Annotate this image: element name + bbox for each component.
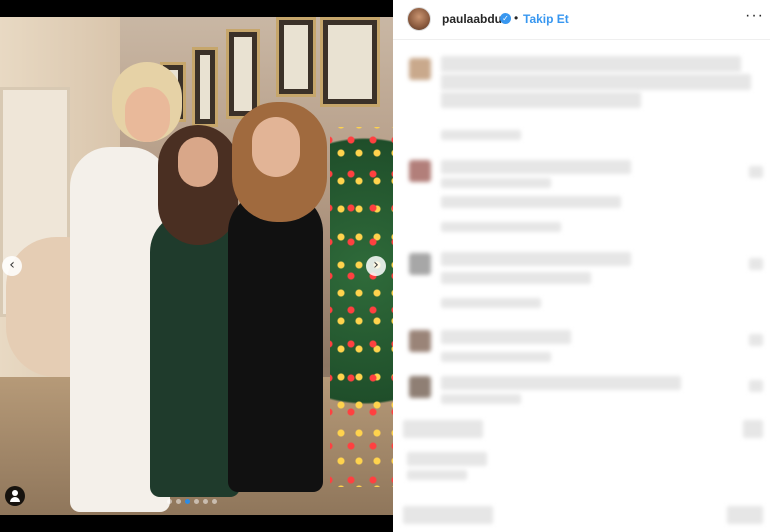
comment-text-redacted [441,178,551,188]
comment-like-icon[interactable] [749,334,763,346]
carousel-dot [203,499,208,504]
carousel-next-button[interactable]: › [366,256,386,276]
carousel-dot [176,499,181,504]
post-comment-button[interactable] [727,506,763,524]
comment-text-redacted [441,196,621,208]
comment-avatar[interactable] [409,330,431,352]
more-options-icon[interactable]: ··· [745,7,764,25]
comment-text-redacted [441,56,741,72]
person-center-dress [150,212,240,497]
comment-like-icon[interactable] [749,166,763,178]
comment-meta-redacted [441,130,521,140]
comment-avatar[interactable] [409,253,431,275]
carousel-prev-button[interactable]: ‹ [2,256,22,276]
comment-avatar[interactable] [409,160,431,182]
carousel-dot [194,499,199,504]
person-right-outfit [228,192,323,492]
user-tags-icon[interactable] [5,486,25,506]
comment-text-redacted [441,74,751,90]
comment-text-redacted [441,330,571,344]
comment-avatar[interactable] [409,376,431,398]
photo-frame [226,29,260,119]
post-media-panel: ‹ › [0,0,393,532]
carousel-dot [185,499,190,504]
author-avatar[interactable] [407,7,431,31]
carousel-indicator [167,499,217,504]
bookmark-icon[interactable] [743,420,763,438]
likes-count-redacted [407,452,487,466]
photo-frame [320,17,380,107]
post-sidebar: paulaabdul ✓ • Takip Et ··· [393,0,770,532]
person-left-face [125,87,170,142]
action-bar-redacted [403,420,483,438]
comment-meta-redacted [441,352,551,362]
post-header: paulaabdul ✓ • Takip Et ··· [393,0,770,40]
comment-text-redacted [441,160,631,174]
verified-badge-icon: ✓ [500,13,511,24]
follow-button[interactable]: Takip Et [523,12,569,26]
photo-frame [276,17,316,97]
chevron-right-icon: › [373,257,379,273]
comment-text-redacted [441,92,641,108]
comment-text-redacted [441,394,521,404]
comment-text-redacted [441,252,631,266]
header-separator: • [514,11,519,25]
comment-meta-redacted [441,222,561,232]
christmas-tree [330,127,393,487]
carousel-dot [167,499,172,504]
comment-meta-redacted [441,298,541,308]
carousel-dot [212,499,217,504]
photo-frame [192,47,218,127]
chevron-left-icon: ‹ [9,257,15,273]
comment-avatar[interactable] [409,58,431,80]
comment-like-icon[interactable] [749,258,763,270]
person-center-face [178,137,218,187]
add-comment-field[interactable] [403,506,493,524]
person-right-face [252,117,300,177]
post-photo[interactable] [0,17,393,515]
timestamp-redacted [407,470,467,480]
comment-text-redacted [441,376,681,390]
comment-text-redacted [441,272,591,284]
comment-like-icon[interactable] [749,380,763,392]
author-username[interactable]: paulaabdul [442,12,505,26]
